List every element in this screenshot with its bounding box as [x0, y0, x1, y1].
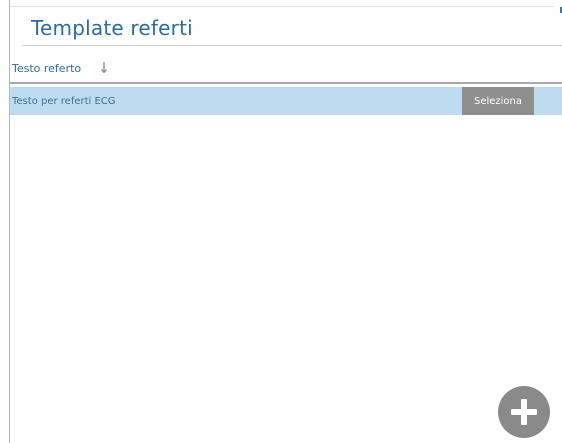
row-text: Testo per referti ECG	[12, 96, 116, 107]
plus-icon	[511, 399, 537, 425]
add-template-button[interactable]	[498, 386, 550, 438]
column-header-testo-referto[interactable]: Testo referto	[10, 58, 562, 84]
title-divider	[22, 45, 562, 46]
top-divider	[10, 6, 555, 7]
select-button[interactable]: Seleziona	[462, 87, 534, 115]
column-header-label: Testo referto	[12, 62, 82, 75]
page-title: Template referti	[31, 16, 193, 40]
sort-descending-icon[interactable]	[100, 61, 108, 74]
table-row[interactable]: Testo per referti ECG Seleziona	[10, 87, 562, 115]
template-referti-panel: Template referti Testo referto Testo per…	[9, 0, 562, 443]
